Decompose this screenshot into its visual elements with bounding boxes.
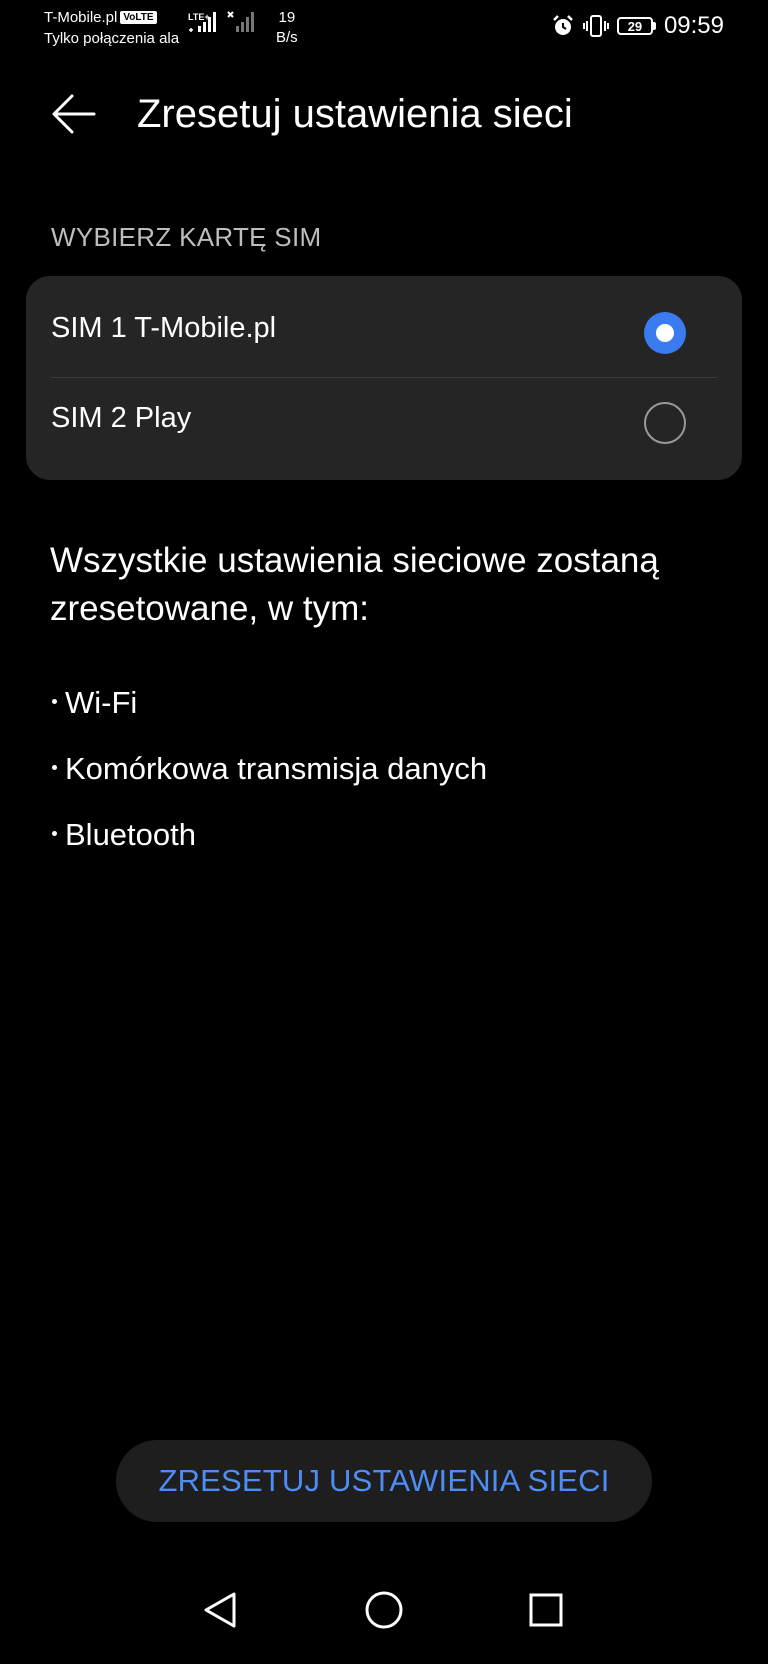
battery-icon: 29 — [616, 17, 656, 35]
sim-option-label: SIM 2 Play — [51, 402, 192, 434]
list-item-label: Bluetooth — [65, 817, 196, 852]
list-item-label: Komórkowa transmisja danych — [65, 751, 488, 786]
app-header: Zresetuj ustawienia sieci — [0, 80, 768, 150]
status-bar: T-Mobile.pl VoLTE Tylko połączenia ala LT… — [0, 0, 768, 56]
signal-indicators — [188, 10, 256, 34]
sim-option-label: SIM 1 T-Mobile.pl — [51, 312, 277, 344]
battery-tip — [652, 22, 656, 30]
reset-network-settings-button[interactable]: ZRESETUJ USTAWIENIA SIECI — [116, 1440, 652, 1522]
nav-recents-button[interactable] — [518, 1580, 574, 1640]
signal-bars-icon — [189, 12, 216, 32]
sim-section-label: WYBIERZ KARTĘ SIM — [51, 222, 322, 252]
status-carrier-block: T-Mobile.pl VoLTE Tylko połączenia ala — [44, 7, 179, 49]
nav-home-button[interactable] — [356, 1580, 412, 1640]
radio-selected-icon[interactable] — [644, 312, 686, 354]
alarm-icon — [553, 15, 573, 35]
recents-square-icon — [529, 1593, 563, 1627]
reset-items-list: Wi-Fi Komórkowa transmisja danych Blueto… — [50, 682, 487, 880]
sim-option-1[interactable]: SIM 1 T-Mobile.pl — [26, 276, 742, 372]
back-button[interactable] — [50, 92, 100, 136]
volte-badge: VoLTE — [120, 11, 157, 24]
battery-level: 29 — [616, 17, 653, 35]
reset-description: Wszystkie ustawienia sieciowe zostaną zr… — [50, 541, 659, 628]
vibrate-icon — [582, 15, 609, 37]
list-item: Wi-Fi — [50, 682, 487, 748]
bullet-icon — [52, 831, 57, 837]
clock: 09:59 — [663, 12, 724, 39]
page-title: Zresetuj ustawienia sieci — [137, 92, 573, 136]
speed-unit: B/s — [276, 29, 298, 46]
sim-selection-card: SIM 1 T-Mobile.pl SIM 2 Play — [26, 276, 742, 480]
system-navigation-bar — [0, 1580, 768, 1660]
speed-value: 19 — [278, 9, 296, 26]
status-right-group: 29 09:59 — [551, 12, 724, 40]
signal-bars-icon — [227, 11, 254, 32]
list-item: Bluetooth — [50, 814, 487, 880]
home-circle-icon — [365, 1591, 403, 1629]
sim-option-2[interactable]: SIM 2 Play — [26, 372, 742, 468]
network-speed: 19 B/s — [276, 8, 298, 48]
nav-back-button[interactable] — [192, 1580, 248, 1640]
list-item-label: Wi-Fi — [65, 685, 138, 720]
carrier-subtext: Tylko połączenia ala — [44, 30, 180, 47]
carrier-name: T-Mobile.pl — [44, 9, 118, 26]
arrow-left-icon — [52, 94, 96, 134]
back-triangle-icon — [204, 1592, 236, 1628]
bullet-icon — [52, 699, 57, 705]
list-item: Komórkowa transmisja danych — [50, 748, 487, 814]
bullet-icon — [52, 765, 57, 771]
radio-unselected-icon[interactable] — [644, 402, 686, 444]
